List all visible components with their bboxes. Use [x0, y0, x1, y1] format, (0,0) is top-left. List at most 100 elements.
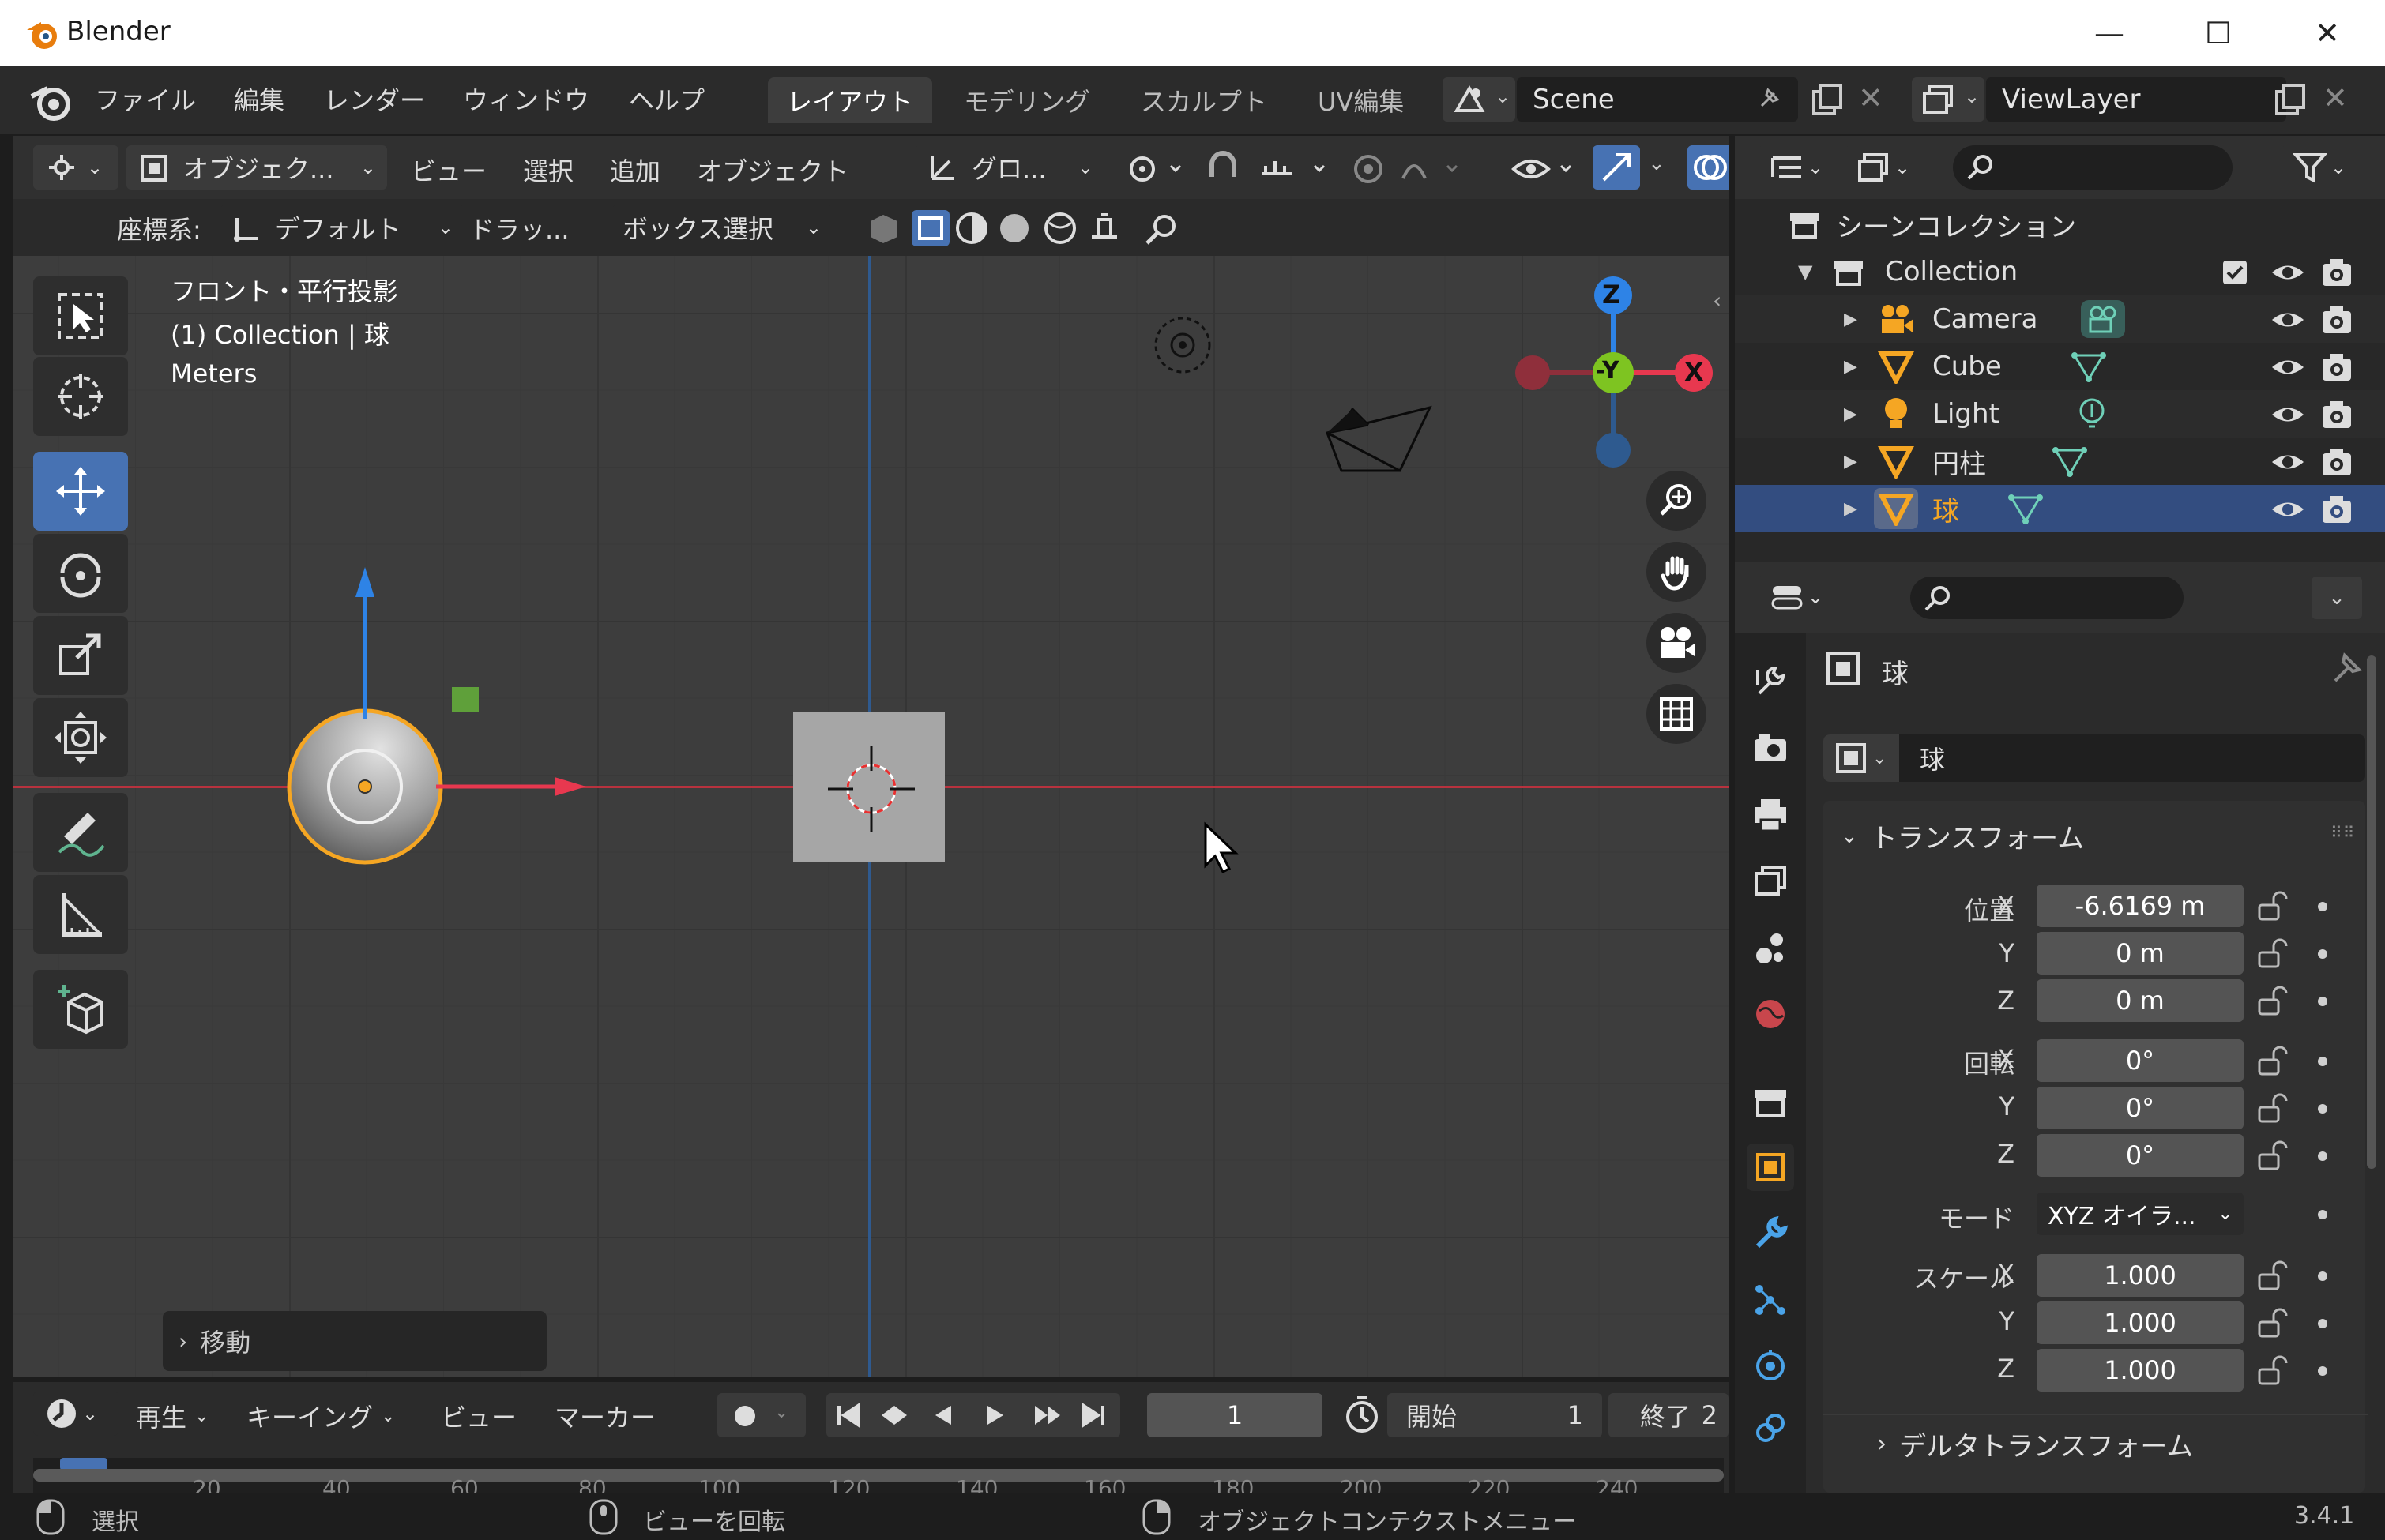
keyframe-dot-icon[interactable] — [2318, 1271, 2327, 1281]
sphere-object[interactable] — [273, 556, 589, 888]
tab-physics[interactable] — [1747, 1343, 1794, 1390]
properties-editor-type[interactable]: ⌄ — [1759, 575, 1841, 619]
timeline-ruler[interactable]: 20 40 60 80 100 120 140 160 180 200 220 … — [33, 1458, 1724, 1501]
keyframe-dot-icon[interactable] — [2318, 1104, 2327, 1114]
frame-end-field[interactable]: 終了 2 — [1608, 1393, 1729, 1437]
maximize-button[interactable]: ☐ — [2171, 11, 2266, 55]
menu-file[interactable]: ファイル — [95, 81, 196, 117]
tool-select-box[interactable] — [33, 276, 128, 355]
new-viewlayer-icon[interactable] — [2269, 81, 2308, 120]
tool-measure[interactable] — [33, 875, 128, 954]
mesh-data-icon[interactable] — [2007, 491, 2045, 526]
timeline-view-menu[interactable]: ビュー — [441, 1398, 517, 1434]
render-camera-icon[interactable] — [2321, 400, 2353, 430]
delete-scene-icon[interactable]: ✕ — [1858, 81, 1883, 115]
new-scene-icon[interactable] — [1806, 81, 1845, 120]
tool-cursor[interactable] — [33, 357, 128, 436]
lock-location-y-icon[interactable] — [2256, 938, 2288, 970]
scale-z-field[interactable]: 1.000 — [2037, 1349, 2244, 1392]
keyframe-dot-icon[interactable] — [2318, 1319, 2327, 1328]
keyframe-dot-icon[interactable] — [2318, 1151, 2327, 1161]
menu-render[interactable]: レンダー — [324, 81, 425, 117]
menu-select[interactable]: 選択 — [523, 152, 574, 188]
viewlayer-browse-button[interactable]: ⌄ — [1912, 77, 1984, 122]
frame-start-field[interactable]: 開始 1 — [1387, 1393, 1602, 1437]
camera-view-button[interactable] — [1646, 613, 1706, 673]
tab-object[interactable] — [1747, 1144, 1794, 1191]
outliner-scene-collection[interactable]: シーンコレクション — [1735, 201, 2385, 248]
chevron-down-icon[interactable]: ⌄ — [1648, 152, 1665, 175]
mode-dropdown[interactable]: オブジェク... ⌄ — [126, 145, 387, 190]
tool-transform[interactable] — [33, 698, 128, 777]
gizmo-toggle-button[interactable] — [1593, 145, 1640, 190]
transform-orientation-dropdown[interactable]: グロ... ⌄ — [915, 145, 1104, 190]
tab-world[interactable] — [1747, 990, 1794, 1038]
delete-viewlayer-icon[interactable]: ✕ — [2323, 81, 2348, 115]
keying-menu[interactable]: キーイング ⌄ — [246, 1398, 395, 1434]
scale-x-field[interactable]: 1.000 — [2037, 1254, 2244, 1297]
outliner-item-camera[interactable]: ▶ Camera — [1735, 295, 2385, 343]
render-camera-icon[interactable] — [2321, 305, 2353, 335]
ortho-toggle-button[interactable] — [1646, 684, 1706, 744]
lock-scale-y-icon[interactable] — [2256, 1308, 2288, 1339]
filter-dropdown[interactable]: ⌄ — [2282, 145, 2361, 190]
keyframe-dot-icon[interactable] — [2318, 1057, 2327, 1066]
tab-layout[interactable]: レイアウト — [768, 77, 933, 123]
proportional-edit-icon[interactable] — [1349, 150, 1389, 186]
render-camera-icon[interactable] — [2321, 257, 2353, 287]
lock-rotation-y-icon[interactable] — [2256, 1093, 2288, 1125]
tool-scale[interactable] — [33, 616, 128, 695]
tab-tool[interactable] — [1747, 657, 1794, 704]
options-dropdown-icon[interactable]: ⌄ — [2312, 577, 2362, 619]
menu-window[interactable]: ウィンドウ — [463, 81, 589, 117]
lock-location-x-icon[interactable] — [2256, 891, 2288, 922]
sidebar-toggle-icon[interactable]: ‹ — [1713, 287, 1721, 314]
menu-help[interactable]: ヘルプ — [629, 81, 705, 117]
tab-modeling[interactable]: モデリング — [945, 77, 1109, 123]
pivot-point-icon[interactable] — [1125, 150, 1188, 186]
menu-add[interactable]: 追加 — [610, 152, 660, 188]
playback-menu[interactable]: 再生 ⌄ — [136, 1398, 209, 1434]
eye-icon[interactable] — [2270, 496, 2305, 523]
expand-right-icon[interactable]: ▶ — [1844, 452, 1857, 471]
render-camera-icon[interactable] — [2321, 352, 2353, 382]
outliner-item-cylinder[interactable]: ▶ 円柱 — [1735, 438, 2385, 485]
timeline-editor-type[interactable]: ⌄ — [33, 1392, 118, 1436]
object-browse-button[interactable]: ⌄ — [1823, 734, 1899, 782]
shading-modes[interactable] — [867, 208, 1120, 248]
select-mode-dropdown[interactable]: ボックス選択 ⌄ — [611, 205, 833, 250]
tab-uv-editing[interactable]: UV編集 — [1299, 77, 1423, 123]
snap-icon[interactable] — [1204, 150, 1243, 186]
current-frame-field[interactable]: 1 — [1147, 1393, 1322, 1437]
visibility-icon[interactable] — [1509, 150, 1588, 186]
minimize-button[interactable]: — — [2062, 11, 2157, 55]
lock-location-z-icon[interactable] — [2256, 986, 2288, 1017]
tab-view-layer[interactable] — [1747, 858, 1794, 905]
eye-icon[interactable] — [2270, 401, 2305, 428]
lock-scale-x-icon[interactable] — [2256, 1260, 2288, 1292]
expand-right-icon[interactable]: ▶ — [1844, 310, 1857, 329]
render-camera-icon[interactable] — [2321, 447, 2353, 477]
editor-type-button[interactable]: ⌄ — [33, 145, 118, 190]
outliner-item-light[interactable]: ▶ Light — [1735, 390, 2385, 438]
expand-right-icon[interactable]: ▶ — [1844, 499, 1857, 519]
coord-dropdown[interactable]: デフォルト ⌄ — [220, 205, 465, 250]
3d-viewport[interactable]: フロント・平行投影 (1) Collection | 球 Meters Z -Y… — [13, 256, 1729, 1377]
outliner-search-input[interactable] — [1953, 145, 2233, 190]
tool-rotate[interactable] — [33, 534, 128, 613]
menu-edit[interactable]: 編集 — [234, 81, 284, 117]
camera-data-icon[interactable] — [2079, 299, 2127, 340]
tool-add-cube[interactable] — [33, 970, 128, 1049]
eye-icon[interactable] — [2270, 354, 2305, 381]
location-z-field[interactable]: 0 m — [2037, 979, 2244, 1022]
eye-icon[interactable] — [2270, 259, 2305, 286]
falloff-icon[interactable] — [1398, 150, 1477, 186]
eye-icon[interactable] — [2270, 306, 2305, 333]
snap-increment-icon[interactable] — [1256, 150, 1335, 186]
viewlayer-name-field[interactable]: ViewLayer — [1986, 77, 2286, 122]
tab-collection[interactable] — [1747, 1079, 1794, 1126]
outliner-collection[interactable]: ▼ Collection — [1735, 248, 2385, 295]
timeline-marker-menu[interactable]: マーカー — [555, 1398, 656, 1434]
render-camera-icon[interactable] — [2321, 494, 2353, 524]
keyframe-dot-icon[interactable] — [2318, 902, 2327, 911]
